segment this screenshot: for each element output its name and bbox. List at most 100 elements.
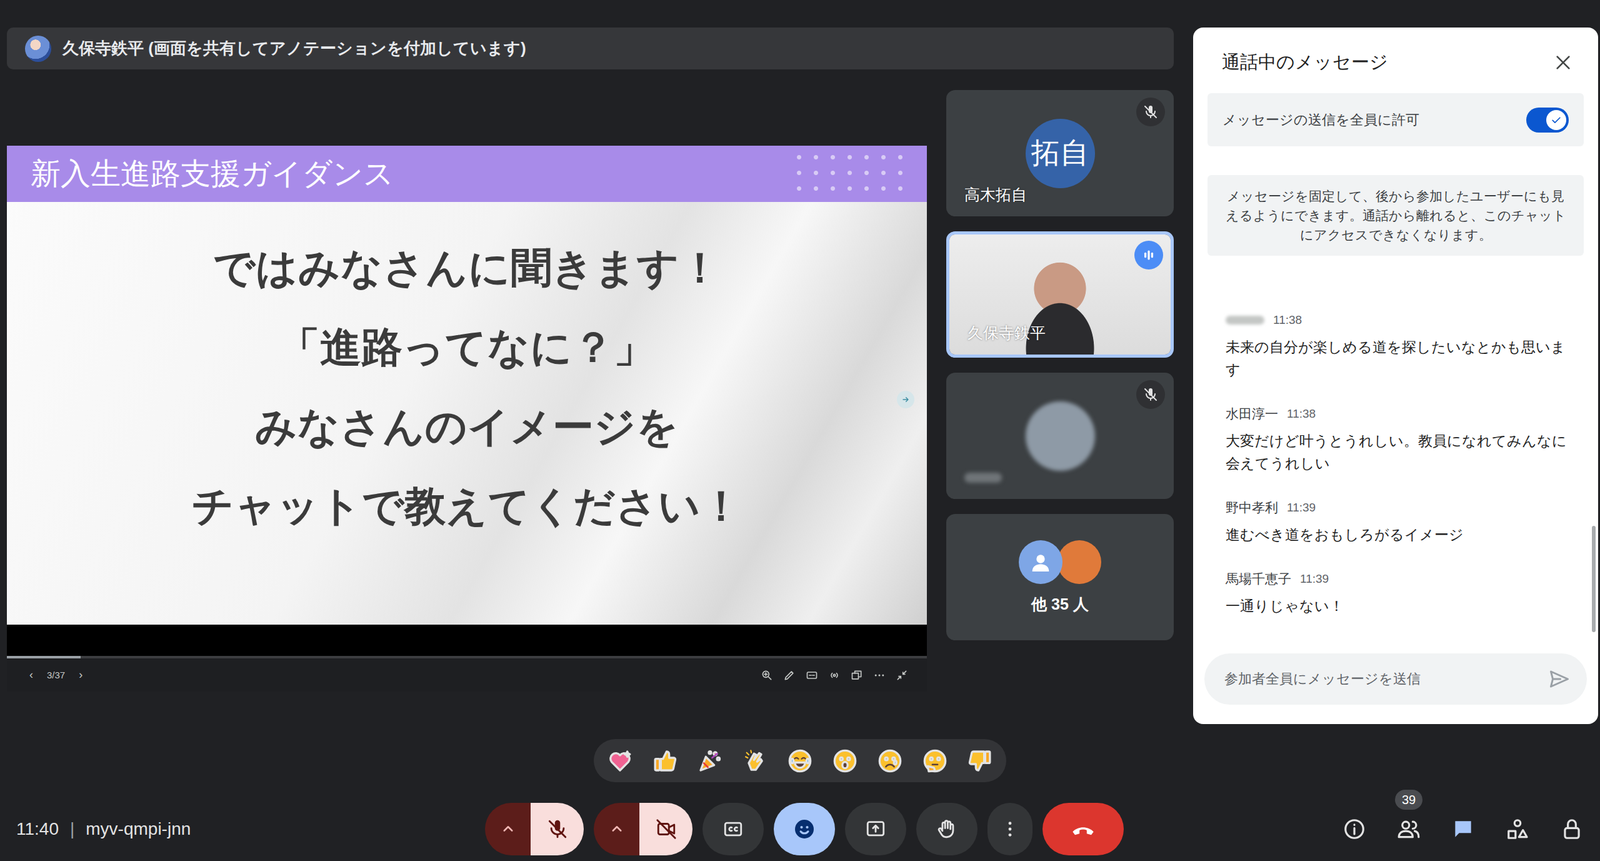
slide-counter: 3/37 — [46, 669, 65, 680]
participant-tile[interactable]: 拓自高木拓自 — [946, 90, 1174, 217]
message-text: 進むべき道をおもしろがるイメージ — [1225, 523, 1574, 546]
people-icon[interactable] — [1396, 816, 1421, 841]
slide-tools — [760, 668, 909, 682]
next-slide-button[interactable]: › — [78, 668, 83, 682]
people-button[interactable]: 39 — [1396, 816, 1421, 841]
party-popper-icon[interactable] — [697, 748, 723, 774]
thumbs-up-icon[interactable] — [652, 748, 678, 774]
chat-icon[interactable] — [1451, 816, 1475, 841]
message-input[interactable] — [1223, 670, 1541, 688]
permission-label: メッセージの送信を全員に許可 — [1222, 110, 1420, 130]
slide: 新入生進路支援ガイダンスではみなさんに聞きます！「進路ってなに？」みなさんのイメ… — [6, 145, 927, 625]
separator: | — [70, 818, 75, 839]
mic-group — [485, 802, 584, 855]
thumbs-down-icon[interactable] — [967, 748, 993, 774]
slide-title: 新入生進路支援ガイダンス — [30, 153, 394, 194]
participant-avatar — [1025, 401, 1095, 471]
next-slide-button[interactable] — [896, 390, 915, 409]
zoom-icon[interactable] — [760, 668, 774, 682]
present-icon[interactable] — [865, 818, 887, 840]
heart-icon[interactable] — [607, 748, 633, 774]
present-button[interactable] — [845, 802, 907, 855]
lock-icon[interactable] — [1560, 816, 1584, 841]
prev-slide-button[interactable]: ‹ — [29, 668, 34, 682]
meeting-time: 11:40 — [16, 818, 59, 839]
thinking-face-icon[interactable] — [922, 748, 948, 774]
avatar-initials: 拓自 — [1031, 133, 1089, 173]
chat-message: 水田淳一11:38大変だけど叶うとうれしい。教員になれてみんなに会えてうれしい — [1225, 404, 1574, 475]
close-icon[interactable] — [1553, 52, 1574, 73]
message-time: 11:39 — [1286, 500, 1316, 515]
speaking-indicator — [1134, 240, 1164, 270]
dot-pattern — [790, 149, 910, 197]
more-options-button[interactable] — [987, 802, 1033, 855]
slide-line: ではみなさんに聞きます！ — [213, 228, 721, 308]
mic-options-button[interactable] — [485, 802, 531, 855]
letterbox — [6, 624, 927, 656]
person-icon — [1028, 549, 1054, 575]
message-text: 大変だけど叶うとうれしい。教員になれてみんなに会えてうれしい — [1225, 429, 1574, 475]
activities-icon[interactable] — [1505, 816, 1530, 841]
blurred-sender — [1225, 315, 1265, 325]
clapping-hands-icon[interactable] — [742, 748, 768, 774]
send-icon[interactable] — [1548, 667, 1571, 690]
camera-options-button[interactable] — [593, 802, 640, 855]
more-icon[interactable] — [873, 668, 886, 682]
muted-indicator — [1136, 97, 1165, 127]
info-icon[interactable] — [1342, 816, 1367, 841]
slide-header: 新入生進路支援ガイダンス — [6, 145, 927, 202]
broadcast-icon[interactable] — [828, 668, 841, 682]
slide-line: みなさんのイメージを — [255, 386, 679, 467]
smile-icon[interactable] — [793, 817, 816, 840]
blurred-name — [964, 472, 1002, 483]
more-icon[interactable] — [1000, 818, 1020, 839]
send-button[interactable] — [1548, 667, 1571, 690]
participant-name: 高木拓自 — [964, 184, 1027, 205]
hand-icon[interactable] — [936, 818, 958, 840]
joy-face-icon[interactable] — [787, 748, 813, 774]
hangup-icon[interactable] — [1070, 816, 1096, 842]
mic-button[interactable] — [530, 802, 584, 855]
arrow-right-icon[interactable] — [900, 394, 911, 405]
surprised-face-icon[interactable] — [832, 748, 858, 774]
windows-icon[interactable] — [850, 668, 864, 682]
leave-call-button[interactable] — [1042, 802, 1124, 855]
captions-icon[interactable] — [722, 818, 744, 840]
permission-row: メッセージの送信を全員に許可 — [1207, 93, 1584, 147]
permission-toggle[interactable] — [1526, 107, 1569, 133]
pen-icon[interactable] — [783, 668, 796, 682]
slide-toolbar: ‹ 3/37 › — [6, 658, 927, 692]
muted-indicator — [1136, 380, 1165, 409]
participant-tile[interactable]: 久保寺鉄平 — [946, 231, 1174, 358]
sad-face-icon[interactable] — [877, 748, 903, 774]
scrollbar[interactable] — [1591, 525, 1596, 632]
chat-message: 野中孝利11:39 進むべき道をおもしろがるイメージ — [1225, 498, 1574, 546]
host-controls-button[interactable] — [1560, 816, 1584, 841]
content-area: 久保寺鉄平 (画面を共有してアノテーションを付加しています)新入生進路支援ガイダ… — [6, 27, 1174, 724]
chevron-up-icon[interactable] — [607, 819, 627, 839]
camera-off-icon[interactable] — [655, 818, 677, 840]
message-header: 11:38 — [1225, 310, 1574, 330]
minimize-icon[interactable] — [895, 668, 909, 682]
reactions-button[interactable] — [773, 802, 835, 855]
close-button[interactable] — [1553, 52, 1574, 73]
participant-tile[interactable]: 他 35 人 — [946, 513, 1174, 640]
captions-button[interactable] — [702, 802, 764, 855]
captions-icon[interactable] — [805, 668, 819, 682]
side-buttons: 39 — [1123, 816, 1593, 841]
chat-button[interactable] — [1451, 816, 1475, 841]
meeting-code: myv-qmpi-jnn — [85, 818, 191, 839]
meeting-info: 11:40 | myv-qmpi-jnn — [16, 818, 485, 839]
camera-group — [593, 802, 693, 855]
message-time: 11:38 — [1286, 406, 1316, 421]
activities-button[interactable] — [1505, 816, 1530, 841]
reaction-row — [0, 738, 1600, 782]
mic-off-icon[interactable] — [546, 818, 569, 840]
message-header: 野中孝利11:39 — [1225, 498, 1574, 517]
chevron-up-icon[interactable] — [498, 819, 518, 839]
participant-tile[interactable] — [946, 372, 1174, 499]
camera-button[interactable] — [639, 802, 693, 855]
info-button[interactable] — [1342, 816, 1367, 841]
message-time: 11:38 — [1273, 313, 1302, 327]
raise-hand-button[interactable] — [916, 802, 978, 855]
